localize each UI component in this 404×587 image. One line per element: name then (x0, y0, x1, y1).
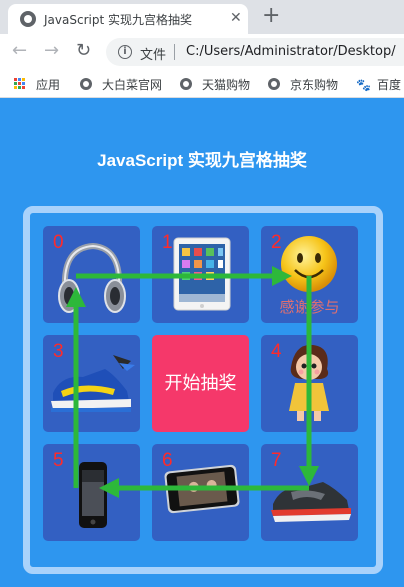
bookmark-baidu[interactable]: 🐾 百度 (356, 76, 401, 93)
cell-number: 6 (162, 450, 173, 471)
tab-bar: JavaScript 实现九宫格抽奖 ✕ + (0, 0, 404, 34)
prize-cell-4: 4 (261, 335, 358, 432)
bookmark-apps[interactable]: 应用 (36, 76, 60, 93)
prize-cell-6: 6 (152, 444, 249, 541)
bookmark-jd[interactable]: 京东购物 (268, 76, 338, 93)
cell-number: 5 (53, 450, 64, 471)
prize-cell-7: 7 (261, 444, 358, 541)
prize-cell-1: 1 (152, 226, 249, 323)
url-text[interactable]: C:/Users/Administrator/Desktop/ (186, 44, 396, 59)
start-lottery-button[interactable]: 开始抽奖 (152, 335, 249, 432)
bookmark-label: 天猫购物 (202, 78, 251, 92)
prize-cell-0: 0 (43, 226, 140, 323)
globe-icon (268, 78, 280, 90)
bookmark-label: 百度 (376, 78, 401, 92)
globe-icon (20, 11, 36, 27)
apps-grid-icon (14, 78, 26, 90)
reload-button[interactable]: ↻ (76, 41, 91, 61)
bookmark-label: 京东购物 (290, 78, 339, 92)
bookmarks-bar: 应用 大白菜官网 天猫购物 京东购物 🐾 百度 (0, 70, 404, 98)
close-tab-icon[interactable]: ✕ (230, 10, 242, 26)
bookmark-dabaicai[interactable]: 大白菜官网 (80, 76, 162, 93)
prize-cell-2: 2 感谢参与 (261, 226, 358, 323)
browser-tab[interactable]: JavaScript 实现九宫格抽奖 ✕ (8, 4, 248, 34)
cell-number: 3 (53, 341, 64, 362)
address-bar[interactable]: i 文件 C:/Users/Administrator/Desktop/ (106, 38, 404, 66)
globe-icon (180, 78, 192, 90)
cell-number: 2 (271, 232, 282, 253)
globe-icon (80, 78, 92, 90)
back-button[interactable]: ← (12, 41, 27, 61)
file-scheme-label: 文件 (140, 48, 167, 63)
browser-toolbar: ← → ↻ i 文件 C:/Users/Administrator/Deskto… (0, 34, 404, 70)
cell-number: 4 (271, 341, 282, 362)
cell-number: 1 (162, 232, 173, 253)
prize-cell-3: 3 (43, 335, 140, 432)
omnibox-divider (174, 44, 175, 60)
bookmark-label: 大白菜官网 (102, 78, 163, 92)
cell-number: 0 (53, 232, 64, 253)
forward-button[interactable]: → (44, 41, 59, 61)
prize-cell-5: 5 (43, 444, 140, 541)
new-tab-button[interactable]: + (262, 4, 280, 28)
paw-icon: 🐾 (356, 78, 371, 92)
cell-number: 7 (271, 450, 282, 471)
page-title: JavaScript 实现九宫格抽奖 (97, 151, 307, 170)
thanks-label: 感谢参与 (279, 298, 340, 316)
bookmark-tmall[interactable]: 天猫购物 (180, 76, 250, 93)
tab-title: JavaScript 实现九宫格抽奖 (44, 13, 192, 27)
info-icon[interactable]: i (118, 45, 132, 59)
